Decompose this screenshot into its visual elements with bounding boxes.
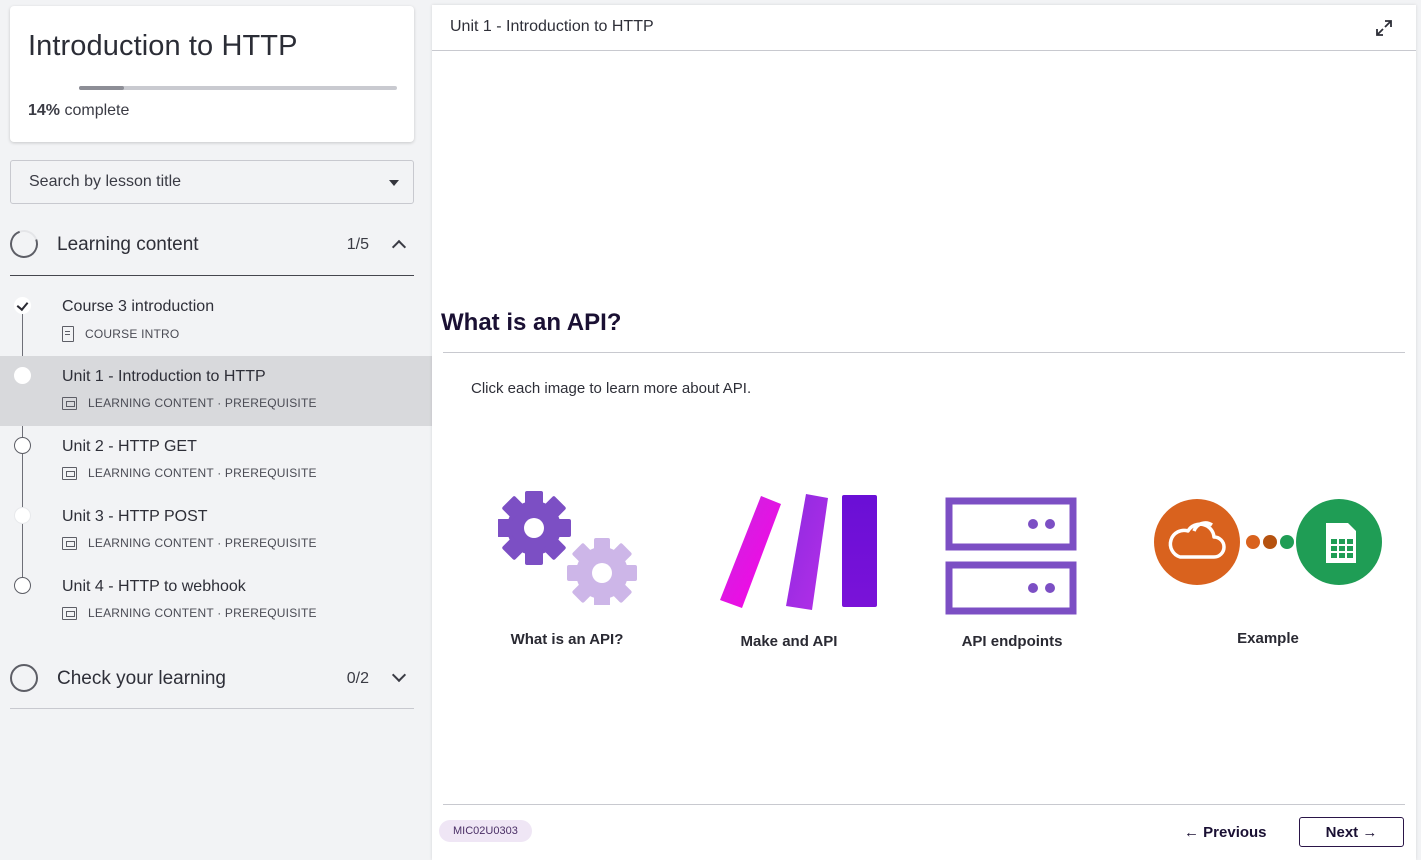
section-count: 1/5	[346, 236, 369, 253]
lesson-item-unit-3[interactable]: Unit 3 - HTTP POST LEARNING CONTENT · PR…	[0, 496, 432, 566]
lesson-meta: COURSE INTRO	[62, 326, 179, 342]
progress-percent: 14%	[28, 102, 61, 119]
lesson-title: Unit 4 - HTTP to webhook	[62, 578, 246, 595]
chevron-up-icon[interactable]	[391, 239, 407, 255]
document-icon	[62, 326, 74, 342]
card-label: What is an API?	[510, 631, 624, 648]
lesson-meta-text: LEARNING CONTENT · PREREQUISITE	[88, 536, 317, 550]
section-count: 0/2	[346, 670, 369, 687]
footer-divider	[443, 804, 1405, 805]
lesson-search-select[interactable]: Search by lesson title	[10, 160, 414, 204]
slides-icon	[62, 536, 77, 550]
lesson-meta-text: LEARNING CONTENT · PREREQUISITE	[88, 606, 317, 620]
progress-bar	[79, 86, 397, 90]
slides-icon	[62, 396, 77, 410]
course-title: Introduction to HTTP	[28, 30, 298, 62]
lesson-item-unit-1[interactable]: Unit 1 - Introduction to HTTP LEARNING C…	[0, 356, 432, 426]
content-divider	[443, 352, 1405, 353]
checkmark-icon	[14, 297, 31, 314]
lesson-meta: LEARNING CONTENT · PREREQUISITE	[62, 536, 317, 550]
lesson-meta: LEARNING CONTENT · PREREQUISITE	[62, 466, 317, 480]
lesson-item-unit-2[interactable]: Unit 2 - HTTP GET LEARNING CONTENT · PRE…	[0, 426, 432, 496]
lesson-meta-text: LEARNING CONTENT · PREREQUISITE	[88, 396, 317, 410]
card-api-endpoints[interactable]: API endpoints	[937, 485, 1087, 665]
chevron-down-icon[interactable]	[391, 667, 407, 683]
section-label: Check your learning	[57, 668, 226, 689]
content-title: What is an API?	[441, 309, 622, 336]
progress-bar-fill	[79, 86, 124, 90]
card-label: Example	[1237, 630, 1299, 647]
slides-icon	[62, 606, 77, 620]
lesson-code-badge: MIC02U0303	[439, 820, 532, 842]
section-learning-content[interactable]: Learning content 1/5	[5, 218, 414, 276]
lesson-status-dot-icon	[14, 507, 31, 524]
course-sidebar: Introduction to HTTP 14% complete Search…	[0, 0, 432, 860]
progress-ring-icon	[10, 664, 38, 692]
lesson-item-unit-4[interactable]: Unit 4 - HTTP to webhook LEARNING CONTEN…	[0, 566, 432, 636]
card-make-and-api[interactable]: Make and API	[714, 485, 894, 665]
slides-icon	[62, 466, 77, 480]
lesson-title: Unit 3 - HTTP POST	[62, 508, 208, 525]
course-progress-card: Introduction to HTTP 14% complete	[10, 6, 414, 142]
progress-suffix: complete	[60, 102, 130, 119]
lesson-title: Unit 2 - HTTP GET	[62, 438, 197, 455]
instruction-text: Click each image to learn more about API…	[471, 380, 752, 397]
progress-text: 14% complete	[28, 102, 129, 120]
lesson-status-dot-icon	[14, 437, 31, 454]
lesson-status-dot-icon	[14, 577, 31, 594]
caret-down-icon	[389, 180, 399, 186]
lesson-item-course-intro[interactable]: Course 3 introduction COURSE INTRO	[0, 286, 432, 356]
make-logo-icon	[720, 494, 877, 610]
lesson-topbar: Unit 1 - Introduction to HTTP	[432, 5, 1416, 51]
lesson-title: Unit 1 - Introduction to HTTP	[62, 368, 266, 385]
server-icon	[945, 497, 1077, 615]
lesson-meta-text: COURSE INTRO	[85, 327, 180, 341]
progress-ring-icon	[5, 225, 43, 263]
lesson-content-panel: Unit 1 - Introduction to HTTP What is an…	[432, 5, 1416, 860]
gears-icon	[498, 491, 637, 605]
lesson-meta-text: LEARNING CONTENT · PREREQUISITE	[88, 466, 317, 480]
cloud-to-sheets-icon	[1154, 499, 1382, 585]
previous-button[interactable]: ← Previous	[1184, 819, 1267, 847]
lesson-meta: LEARNING CONTENT · PREREQUISITE	[62, 606, 317, 620]
current-lesson-dot-icon	[14, 367, 31, 384]
card-example[interactable]: Example	[1152, 485, 1384, 665]
card-label: Make and API	[740, 633, 838, 650]
section-label: Learning content	[57, 234, 199, 255]
section-check-your-learning[interactable]: Check your learning 0/2	[10, 652, 414, 709]
card-what-is-an-api[interactable]: What is an API?	[492, 485, 642, 665]
card-label: API endpoints	[961, 633, 1063, 650]
expand-icon[interactable]	[1374, 18, 1394, 38]
unit-title: Unit 1 - Introduction to HTTP	[450, 18, 654, 35]
next-button[interactable]: Next →	[1299, 817, 1404, 847]
lesson-title: Course 3 introduction	[62, 298, 215, 315]
lesson-meta: LEARNING CONTENT · PREREQUISITE	[62, 396, 317, 410]
lesson-search-placeholder: Search by lesson title	[29, 173, 182, 190]
